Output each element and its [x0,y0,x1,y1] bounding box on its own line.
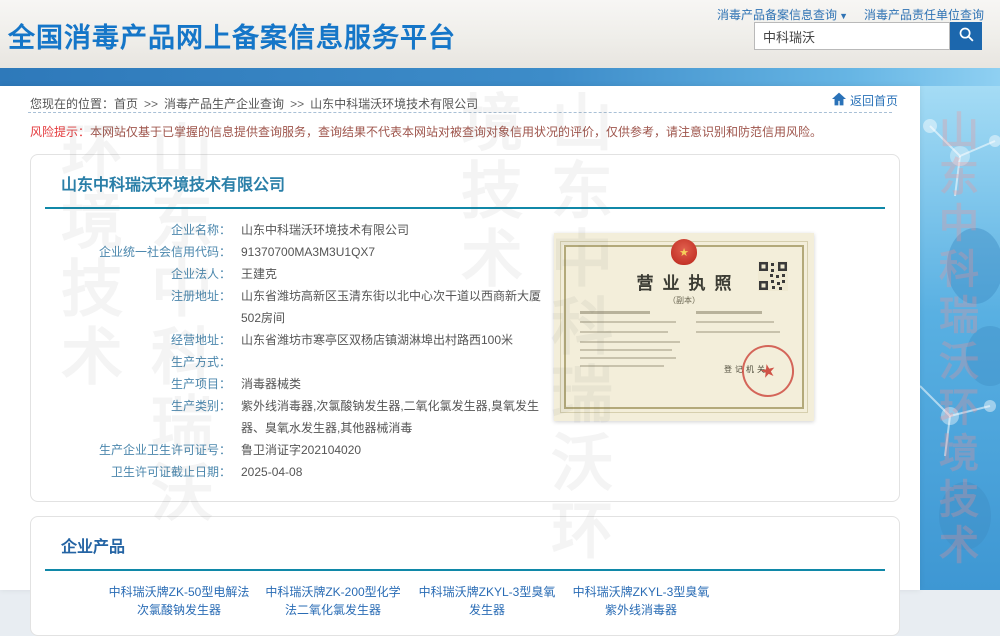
back-home-button[interactable]: 返回首页 [831,92,898,109]
products-panel: 企业产品 中科瑞沃牌ZK-50型电解法次氯酸钠发生器 中科瑞沃牌ZK-200型化… [30,516,900,636]
search-box [754,22,982,50]
company-title: 山东中科瑞沃环境技术有限公司 [31,155,899,195]
breadcrumb-category-link[interactable]: 消毒产品生产企业查询 [164,97,284,111]
field-label: 经营地址： [31,329,231,351]
product-link[interactable]: 中科瑞沃牌ZKYL-3型臭氧紫外线消毒器 [568,583,714,619]
field-value: 紫外线消毒器,次氯酸钠发生器,二氧化氯发生器,臭氧发生器、臭氧水发生器,其他器械… [241,395,541,439]
field-label: 生产企业卫生许可证号： [31,439,231,461]
nav-unit-query-link[interactable]: 消毒产品责任单位查询 [864,8,984,22]
products-title: 企业产品 [31,517,899,557]
field-value: 鲁卫消证字202104020 [241,439,361,461]
search-button[interactable] [950,22,982,50]
panel-divider [45,569,885,571]
qr-code-icon [758,261,788,291]
risk-notice-text: 本网站仅基于已掌握的信息提供查询服务，查询结果不代表本网站对被查询对象信用状况的… [90,125,822,139]
page-header: 消毒产品备案信息查询▼ 消毒产品责任单位查询 全国消毒产品网上备案信息服务平台 [0,0,1000,68]
field-label: 注册地址： [31,285,231,329]
field-value: 山东省潍坊高新区玉清东街以北中心次干道以西商新大厦502房间 [241,285,541,329]
site-title: 全国消毒产品网上备案信息服务平台 [8,16,456,55]
molecule-decoration [920,86,1000,590]
top-nav: 消毒产品备案信息查询▼ 消毒产品责任单位查询 [717,6,984,23]
search-input[interactable] [754,22,950,50]
field-value: 山东省潍坊市寒亭区双杨店镇湖淋埠出村路西100米 [241,329,513,351]
field-value: 2025-04-08 [241,461,302,483]
license-border: ★ 营业执照 （副本） [564,245,804,409]
risk-notice: 风险提示：本网站仅基于已掌握的信息提供查询服务，查询结果不代表本网站对被查询对象… [30,123,890,140]
national-emblem-icon: ★ [671,239,697,265]
field-label: 企业法人： [31,263,231,285]
field-label: 卫生许可证截止日期： [31,461,231,483]
field-label: 生产项目： [31,373,231,395]
search-icon [958,26,975,46]
field-label: 企业统一社会信用代码： [31,241,231,263]
field-row: 卫生许可证截止日期： 2025-04-08 [31,461,899,483]
field-value: 消毒器械类 [241,373,301,395]
product-link[interactable]: 中科瑞沃牌ZKYL-3型臭氧发生器 [414,583,560,619]
breadcrumb: 您现在的位置：首页>>消毒产品生产企业查询>>山东中科瑞沃环境技术有限公司 返回… [0,86,920,110]
main-content: 您现在的位置：首页>>消毒产品生产企业查询>>山东中科瑞沃环境技术有限公司 返回… [0,86,920,590]
nav-record-query-link[interactable]: 消毒产品备案信息查询 [717,8,837,22]
breadcrumb-prefix: 您现在的位置： [30,97,114,111]
field-value: 山东中科瑞沃环境技术有限公司 [241,219,409,241]
business-license-image: ★ 营业执照 （副本） [554,233,814,421]
risk-notice-prefix: 风险提示： [30,125,90,139]
chevron-down-icon: ▼ [839,11,848,21]
license-subtitle: （副本） [566,295,802,306]
red-seal-icon: ★ [737,340,799,402]
field-value: 王建克 [241,263,277,285]
home-icon [831,92,850,109]
breadcrumb-home-link[interactable]: 首页 [114,97,138,111]
field-label: 企业名称： [31,219,231,241]
dashed-separator [28,112,892,113]
products-list: 中科瑞沃牌ZK-50型电解法次氯酸钠发生器 中科瑞沃牌ZK-200型化学法二氧化… [106,583,899,635]
product-link[interactable]: 中科瑞沃牌ZK-50型电解法次氯酸钠发生器 [106,583,252,619]
field-row: 生产企业卫生许可证号： 鲁卫消证字202104020 [31,439,899,461]
panel-divider [45,207,885,209]
field-label: 生产类别： [31,395,231,439]
field-label: 生产方式： [31,351,231,373]
field-value: 91370700MA3M3U1QX7 [241,241,375,263]
company-info-panel: 山东中科瑞沃环境技术有限公司 企业名称： 山东中科瑞沃环境技术有限公司 企业统一社… [30,154,900,502]
breadcrumb-current: 山东中科瑞沃环境技术有限公司 [310,97,478,111]
header-divider-bar [0,68,1000,86]
product-link[interactable]: 中科瑞沃牌ZK-200型化学法二氧化氯发生器 [260,583,406,619]
